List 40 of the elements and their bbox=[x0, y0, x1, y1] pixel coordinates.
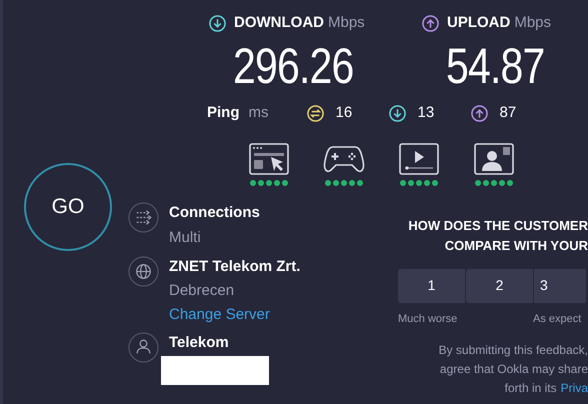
rating-option[interactable]: 2 bbox=[466, 268, 533, 302]
disclaimer-text: agree that Ookla may share bbox=[440, 361, 588, 378]
connections-value: Multi bbox=[169, 228, 202, 248]
upload-icon bbox=[422, 14, 439, 32]
rating-option[interactable]: 3 bbox=[534, 268, 586, 302]
metric-label: DOWNLOAD bbox=[234, 13, 324, 33]
ping-icon bbox=[306, 105, 324, 122]
video-call-icon bbox=[474, 142, 514, 174]
metric-value: 54.87 bbox=[446, 40, 546, 90]
scale-label: Much worse bbox=[398, 312, 458, 326]
browser-cursor-icon bbox=[249, 142, 289, 174]
scale-label: As expect bbox=[533, 312, 582, 326]
provider-name: Telekom bbox=[169, 333, 230, 353]
disclaimer-text: By submitting this feedback, bbox=[438, 342, 588, 359]
change-server-link[interactable]: Change Server bbox=[169, 304, 300, 326]
feedback-title: COMPARE WITH YOUR bbox=[444, 236, 588, 254]
disclaimer-text: forth in its bbox=[504, 380, 557, 397]
download-icon bbox=[388, 105, 406, 122]
connections-icon bbox=[128, 202, 159, 232]
ping-label: Ping bbox=[207, 103, 240, 124]
metric-unit: Mbps bbox=[328, 13, 365, 33]
user-icon bbox=[128, 332, 159, 363]
connections-label: Connections bbox=[169, 202, 260, 222]
ping-value: 16 bbox=[336, 103, 352, 124]
rating-option[interactable]: 1 bbox=[398, 268, 465, 302]
metric-value: 296.26 bbox=[233, 40, 354, 90]
metric-unit: Mbps bbox=[514, 13, 552, 33]
privacy-link[interactable]: Priva bbox=[560, 379, 588, 398]
ping-unit: ms bbox=[248, 103, 270, 124]
server-name: ZNET Telekom Zrt. bbox=[169, 256, 300, 276]
globe-icon bbox=[128, 256, 159, 286]
upload-icon bbox=[470, 105, 488, 122]
download-icon bbox=[209, 14, 226, 32]
ping-value: 87 bbox=[500, 103, 516, 124]
feedback-title: HOW DOES THE CUSTOMER bbox=[408, 216, 588, 234]
video-player-icon bbox=[399, 142, 439, 174]
server-location: Debrecen bbox=[169, 281, 236, 301]
go-button[interactable]: GO bbox=[24, 163, 112, 251]
metric-label: UPLOAD bbox=[447, 13, 510, 33]
ping-value: 13 bbox=[418, 103, 434, 124]
